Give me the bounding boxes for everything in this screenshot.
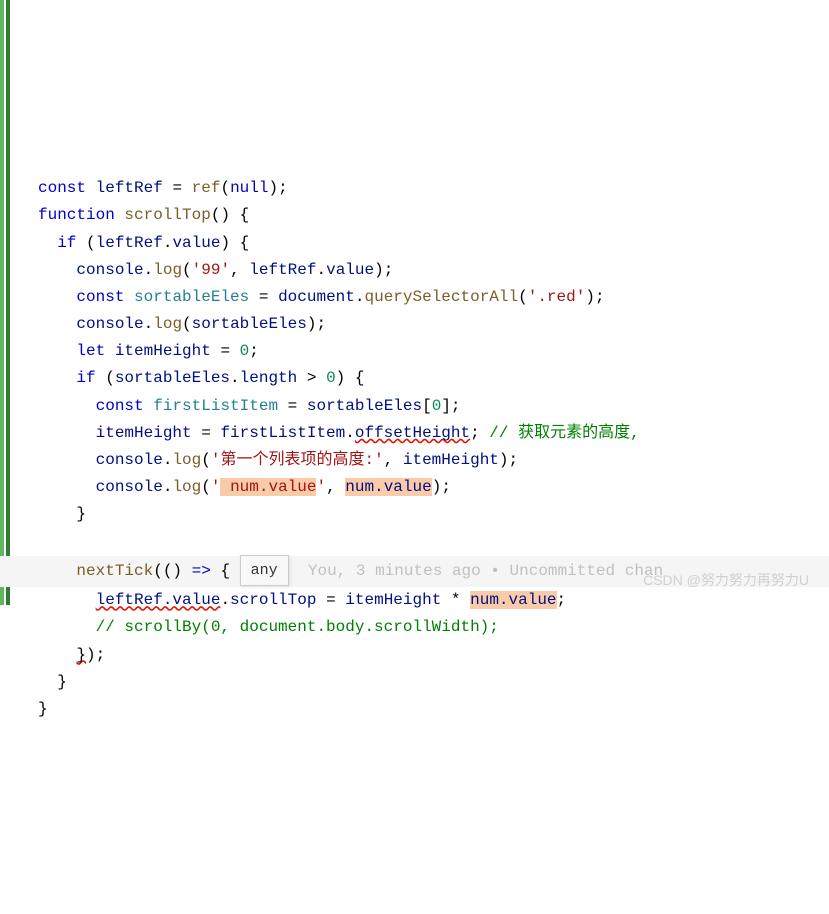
code-editor-content[interactable]: const leftRef = ref(null); function scro…	[8, 175, 829, 723]
function-call: ref	[192, 179, 221, 197]
watermark: CSDN @努力努力再努力U	[643, 569, 809, 593]
code-line[interactable]: }	[38, 505, 86, 523]
code-line[interactable]: if (leftRef.value) {	[38, 234, 249, 252]
code-line[interactable]: let itemHeight = 0;	[38, 342, 259, 360]
code-line[interactable]: // scrollBy(0, document.body.scrollWidth…	[38, 618, 499, 636]
comment: // 获取元素的高度,	[480, 424, 640, 442]
null-literal: null	[230, 179, 268, 197]
error-squiggle[interactable]: offsetHeight	[355, 424, 470, 442]
error-squiggle[interactable]: leftRef.value	[96, 591, 221, 609]
code-line[interactable]: console.log(' num.value', num.value);	[38, 478, 451, 496]
code-line[interactable]: const sortableEles = document.querySelec…	[38, 288, 605, 306]
search-highlight: num.value	[345, 478, 431, 496]
code-line[interactable]: console.log('99', leftRef.value);	[38, 261, 393, 279]
code-line[interactable]: });	[38, 646, 105, 664]
code-line[interactable]: console.log('第一个列表项的高度:', itemHeight);	[38, 451, 518, 469]
git-gutter-added	[0, 0, 4, 605]
code-line[interactable]: }	[38, 700, 48, 718]
keyword-const: const	[38, 179, 86, 197]
search-highlight: num.value	[220, 478, 316, 496]
error-squiggle[interactable]: }	[76, 646, 86, 664]
code-line[interactable]: itemHeight = firstListItem.offsetHeight;…	[38, 424, 640, 442]
keyword-if: if	[57, 234, 76, 252]
gutter	[0, 0, 12, 605]
search-highlight: num.value	[470, 591, 556, 609]
keyword-function: function	[38, 206, 115, 224]
code-line[interactable]: const leftRef = ref(null);	[38, 179, 288, 197]
function-name: scrollTop	[124, 206, 210, 224]
git-blame-annotation[interactable]: You, 3 minutes ago • Uncommitted chan	[308, 562, 663, 580]
code-line[interactable]: console.log(sortableEles);	[38, 315, 326, 333]
code-line[interactable]: leftRef.value.scrollTop = itemHeight * n…	[38, 591, 566, 609]
code-line[interactable]: }	[38, 673, 67, 691]
code-line[interactable]: function scrollTop() {	[38, 206, 249, 224]
code-line[interactable]: if (sortableEles.length > 0) {	[38, 369, 364, 387]
git-gutter-added-2	[6, 0, 10, 605]
hover-tooltip[interactable]: any	[240, 555, 289, 587]
variable: leftRef	[96, 179, 163, 197]
code-line[interactable]: const firstListItem = sortableEles[0];	[38, 397, 461, 415]
string-literal: '99'	[192, 261, 230, 279]
